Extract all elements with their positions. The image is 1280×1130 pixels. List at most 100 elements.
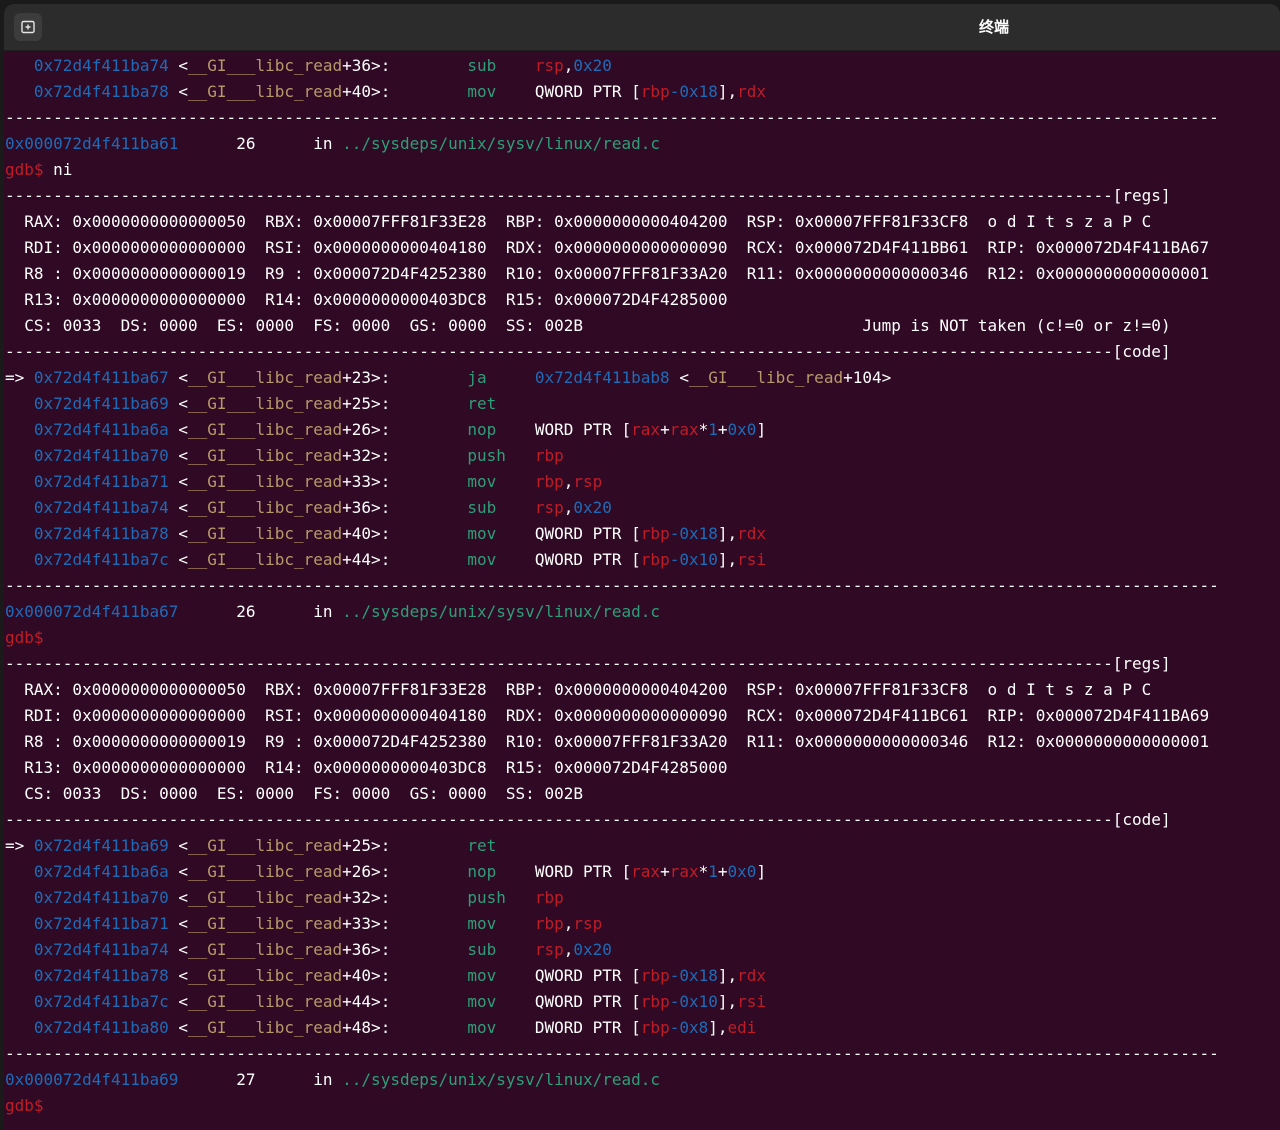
terminal-text: , [563,914,574,933]
terminal-text: DWORD PTR [ [496,1018,641,1037]
terminal-text: ] [756,862,767,881]
terminal-text: __GI___libc_read [188,394,343,413]
terminal-line: 0x72d4f411ba74 <__GI___libc_read+36>: su… [5,53,612,79]
terminal-text: + [717,862,728,881]
terminal-text: rax [631,862,661,881]
terminal-text: +36>: [342,940,391,959]
terminal-text: __GI___libc_read [188,914,343,933]
terminal-text: < [669,368,689,387]
terminal-text: mov [467,472,497,491]
terminal-text: CS: 0033 DS: 0000 ES: 0000 FS: 0000 GS: … [5,316,1171,335]
terminal-text: mov [467,1018,497,1037]
terminal-text: gdb$ [5,1096,44,1115]
terminal-text: QWORD PTR [ [496,82,641,101]
terminal-line: 0x72d4f411ba69 <__GI___libc_read+25>: re… [5,391,496,417]
terminal-line: RDI: 0x0000000000000000 RSI: 0x000000000… [5,235,1209,261]
terminal-text: < [168,82,189,101]
terminal-text: 0x20 [573,940,612,959]
terminal-line: 0x72d4f411ba78 <__GI___libc_read+40>: mo… [5,963,766,989]
terminal-line: 0x72d4f411ba78 <__GI___libc_read+40>: mo… [5,521,766,547]
terminal-text: +104> [843,368,892,387]
terminal-text: + [660,420,670,439]
terminal-text: +40>: [342,966,391,985]
terminal-text: __GI___libc_read [188,446,343,465]
terminal-text: __GI___libc_read [188,992,343,1011]
terminal-line: ----------------------------------------… [5,105,1219,131]
terminal-text: 0x72d4f411ba70 [33,446,169,465]
terminal-text: , [563,498,574,517]
terminal-text: => [5,368,34,387]
terminal-text: ----------------------------------------… [5,654,1171,673]
terminal-text: mov [467,992,497,1011]
terminal-text: + [660,862,670,881]
terminal-text: rbp [640,524,670,543]
terminal-text: + [717,420,728,439]
terminal-line: 0x72d4f411ba71 <__GI___libc_read+33>: mo… [5,911,602,937]
terminal-text: < [168,862,189,881]
window-title-wrap: 终端 [4,4,1280,50]
terminal-text: RAX: 0x0000000000000050 RBX: 0x00007FFF8… [5,680,1152,699]
terminal-text: ], [717,550,738,569]
terminal-text: ], [717,524,738,543]
terminal-line: 0x72d4f411ba74 <__GI___libc_read+36>: su… [5,937,612,963]
terminal-text: ] [756,420,767,439]
terminal-text: 26 in [178,602,343,621]
terminal-text: WORD PTR [ [496,862,632,881]
terminal-text: rdx [737,82,767,101]
terminal-text: R13: 0x0000000000000000 R14: 0x000000000… [5,290,728,309]
terminal-text: __GI___libc_read [188,472,343,491]
terminal-output[interactable]: 0x72d4f411ba74 <__GI___libc_read+36>: su… [5,53,1275,1130]
terminal-text: => [5,836,34,855]
terminal-line: R8 : 0x0000000000000019 R9 : 0x000072D4F… [5,261,1209,287]
title-bar: 终端 [4,4,1280,51]
terminal-text: 0x72d4f411ba6a [33,420,169,439]
terminal-text: __GI___libc_read [188,1018,343,1037]
terminal-line: 0x72d4f411ba7c <__GI___libc_read+44>: mo… [5,547,766,573]
terminal-text: -0x10 [669,550,718,569]
terminal-line: R13: 0x0000000000000000 R14: 0x000000000… [5,287,727,313]
terminal-text: ----------------------------------------… [5,1044,1219,1063]
terminal-text: 0x72d4f411ba67 [33,368,169,387]
terminal-text: R13: 0x0000000000000000 R14: 0x000000000… [5,758,728,777]
terminal-text: , [563,940,574,959]
terminal-text: 0x20 [573,56,612,75]
terminal-text: 0x72d4f411ba74 [33,56,169,75]
terminal-text: rbp [640,550,670,569]
terminal-text: +33>: [342,472,391,491]
terminal-text: sub [467,940,497,959]
terminal-text: < [168,394,189,413]
terminal-text: 0x72d4f411ba78 [33,966,169,985]
terminal-text: rdx [737,966,767,985]
terminal-text: < [168,472,189,491]
terminal-text: ], [717,966,738,985]
terminal-text: rsi [737,992,767,1011]
terminal-text: ], [708,1018,728,1037]
terminal-text: +44>: [342,992,391,1011]
terminal-text: ], [717,82,738,101]
terminal-line: ----------------------------------------… [5,1041,1219,1067]
terminal-text: __GI___libc_read [188,524,343,543]
terminal-text: +26>: [342,862,391,881]
terminal-text: ], [717,992,738,1011]
terminal-text: rax [631,420,661,439]
terminal-text: __GI___libc_read [188,550,343,569]
terminal-text: mov [467,914,497,933]
terminal-line: 0x72d4f411ba7c <__GI___libc_read+44>: mo… [5,989,766,1015]
terminal-text: rbp [640,992,670,1011]
terminal-line: RAX: 0x0000000000000050 RBX: 0x00007FFF8… [5,209,1151,235]
terminal-text: 0x72d4f411ba71 [33,472,169,491]
terminal-text: < [168,914,189,933]
terminal-text: 0x0 [727,862,757,881]
